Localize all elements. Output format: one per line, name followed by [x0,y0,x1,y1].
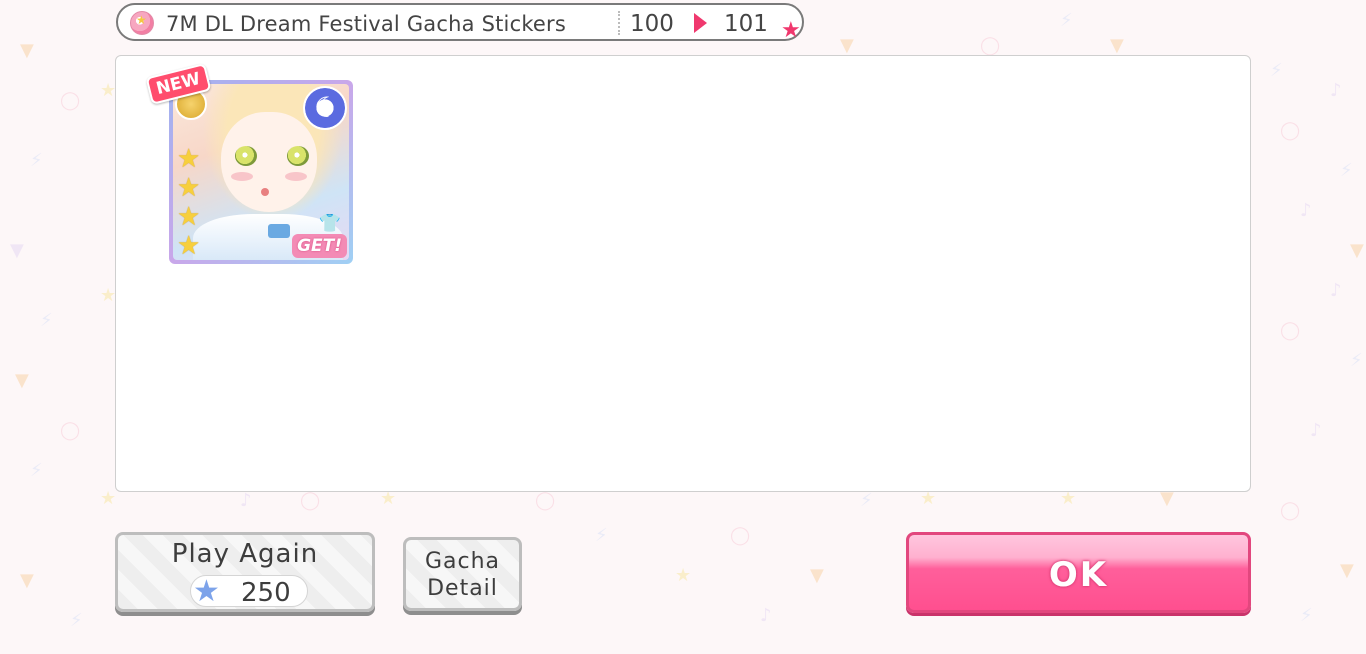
rarity-star-icon: ★ [177,231,201,260]
gacha-title: 7M DL Dream Festival Gacha Stickers [166,12,567,36]
card-artwork: ★ ★ ★ ★ 👕 GET! [173,84,349,260]
rarity-star-icon: ★ [177,173,201,203]
pull-count-before: 100 [630,11,674,37]
rarity-stars: ★ ★ ★ ★ [177,146,203,260]
moon-icon [303,86,347,130]
pink-star-icon: ★ [781,18,801,43]
play-again-label: Play Again [171,539,319,569]
play-again-cost-value: 250 [241,578,291,608]
play-again-button[interactable]: Play Again ★ 250 [115,532,375,612]
gacha-title-bar: 7M DL Dream Festival Gacha Stickers 100 … [116,3,804,41]
play-again-cost: ★ 250 [190,574,308,609]
rarity-star-icon: ★ [177,202,201,232]
get-tag: GET! [292,234,347,258]
gacha-detail-label: Gacha Detail [424,549,501,601]
gacha-ticket-icon [130,11,154,35]
star-gem-icon: ★ [193,574,220,609]
ok-label: OK [1048,555,1109,595]
costume-shirt-icon: 👕 [318,213,341,234]
divider [618,11,620,35]
pull-count-after: 101 [724,11,768,37]
result-card[interactable]: ★ ★ ★ ★ 👕 GET! [169,80,353,264]
gacha-detail-button[interactable]: Gacha Detail [403,537,522,611]
rarity-star-icon: ★ [177,144,201,174]
play-arrow-icon [694,13,707,33]
ok-button[interactable]: OK [906,532,1251,613]
